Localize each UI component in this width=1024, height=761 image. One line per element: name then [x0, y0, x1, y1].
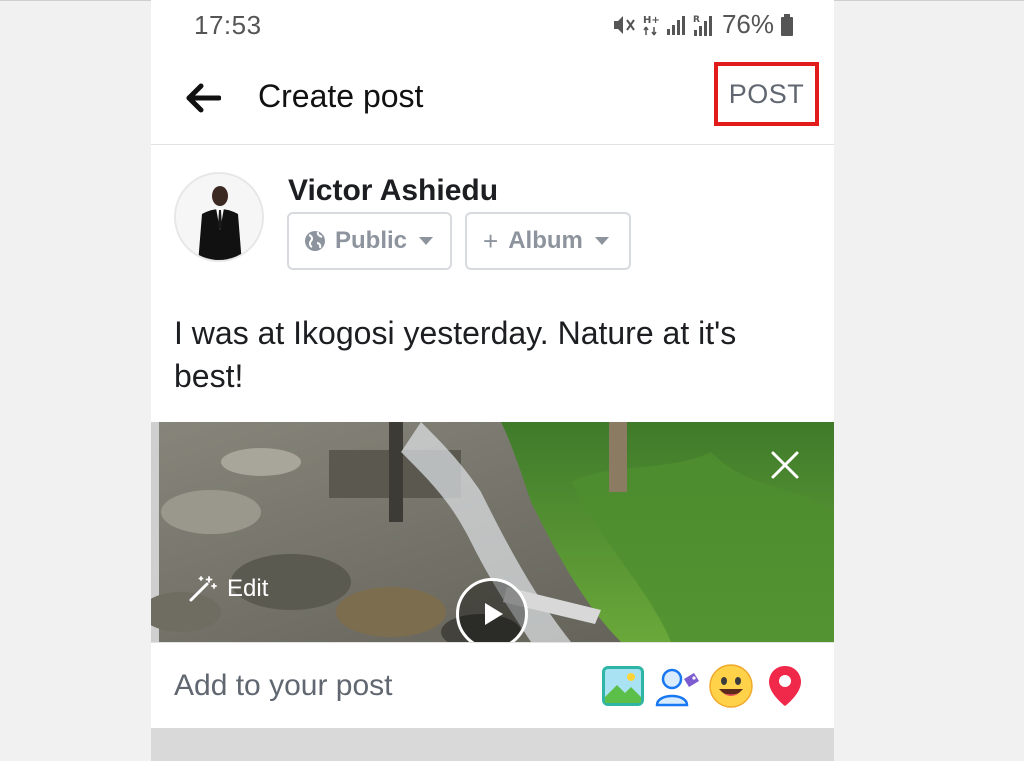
- status-bar: 17:53 H+ R 76%: [151, 0, 834, 50]
- battery-icon: [780, 13, 794, 37]
- background-right: [834, 0, 1024, 761]
- globe-icon: [305, 231, 325, 251]
- privacy-label: Public: [335, 227, 408, 254]
- play-button[interactable]: [456, 578, 528, 642]
- play-icon: [485, 603, 503, 625]
- edit-button[interactable]: Edit: [187, 574, 268, 604]
- page-title: Create post: [258, 78, 424, 114]
- close-icon[interactable]: [768, 448, 802, 482]
- location-icon[interactable]: [762, 663, 808, 709]
- post-text-input[interactable]: I was at Ikogosi yesterday. Nature at it…: [174, 312, 814, 398]
- add-to-post-icons: [600, 663, 808, 709]
- post-text-line: I was at Ikogosi yesterday. Nature at it…: [174, 315, 737, 351]
- chevron-down-icon: [594, 237, 609, 245]
- status-time: 17:53: [194, 10, 262, 40]
- add-to-post-label: Add to your post: [174, 669, 393, 702]
- edit-label: Edit: [227, 575, 269, 602]
- battery-percent: 76%: [721, 9, 774, 39]
- album-label: Album: [508, 227, 583, 254]
- hplus-signal-icon: H+: [642, 13, 660, 37]
- arrow-left-icon: [186, 83, 221, 113]
- chevron-down-icon: [419, 237, 434, 245]
- video-attachment[interactable]: Edit: [151, 422, 834, 642]
- tag-people-icon[interactable]: [654, 663, 700, 709]
- screenshot-frame: 17:53 H+ R 76% Create post POST Victor A…: [0, 0, 1024, 761]
- signal-icon: [666, 14, 686, 36]
- plus-icon: +: [483, 225, 499, 256]
- roaming-signal-icon: R: [692, 13, 716, 37]
- create-post-header: Create post POST: [151, 50, 834, 145]
- back-button[interactable]: [183, 78, 223, 118]
- bottom-strip: [151, 728, 834, 761]
- photo-icon[interactable]: [600, 663, 646, 709]
- magic-wand-icon: [189, 576, 217, 602]
- svg-text:H+: H+: [643, 15, 660, 26]
- phone-screen: 17:53 H+ R 76% Create post POST Victor A…: [151, 0, 834, 761]
- author-name: Victor Ashiedu: [288, 174, 499, 207]
- avatar: [174, 172, 264, 262]
- status-icons: H+ R 76%: [612, 9, 794, 40]
- post-button[interactable]: POST: [714, 62, 819, 126]
- post-text-line: best!: [174, 358, 244, 394]
- album-selector[interactable]: + Album: [465, 212, 631, 270]
- background-left: [0, 0, 151, 761]
- add-to-post-bar: Add to your post: [151, 642, 834, 728]
- privacy-selector[interactable]: Public: [287, 212, 452, 270]
- svg-text:R: R: [693, 15, 700, 25]
- mute-icon: [612, 14, 636, 36]
- feeling-icon[interactable]: [708, 663, 754, 709]
